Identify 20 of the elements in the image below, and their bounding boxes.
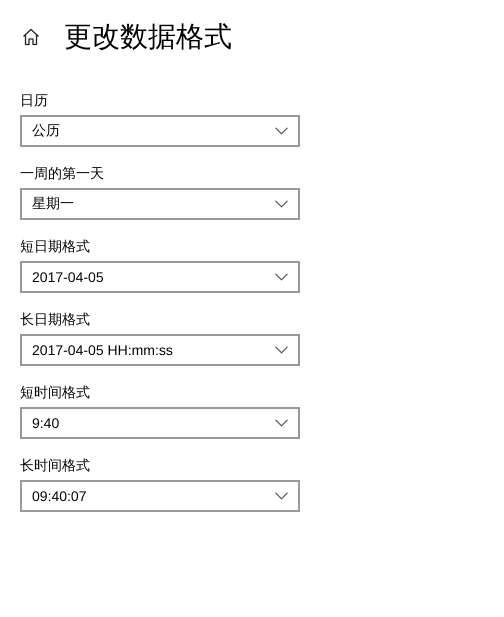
- dropdown[interactable]: 9:40: [20, 407, 300, 439]
- dropdown[interactable]: 2017-04-05 HH:mm:ss: [20, 334, 300, 366]
- dropdown[interactable]: 星期一: [20, 188, 300, 220]
- setting-label: 短时间格式: [20, 383, 91, 402]
- chevron-down-icon: [275, 127, 288, 135]
- setting-label: 短日期格式: [20, 237, 91, 256]
- setting-label: 长日期格式: [20, 310, 91, 329]
- dropdown[interactable]: 公历: [20, 115, 300, 147]
- home-icon[interactable]: [22, 28, 40, 46]
- setting-label: 长时间格式: [20, 456, 91, 475]
- setting-label: 一周的第一天: [20, 164, 105, 183]
- dropdown[interactable]: 2017-04-05: [20, 261, 300, 293]
- page-title: 更改数据格式: [64, 20, 232, 54]
- dropdown[interactable]: 09:40:07: [20, 480, 300, 512]
- chevron-down-icon: [275, 419, 288, 427]
- chevron-down-icon: [275, 346, 288, 354]
- chevron-down-icon: [275, 273, 288, 281]
- chevron-down-icon: [275, 492, 288, 500]
- chevron-down-icon: [275, 200, 288, 208]
- setting-label: 日历: [20, 91, 49, 110]
